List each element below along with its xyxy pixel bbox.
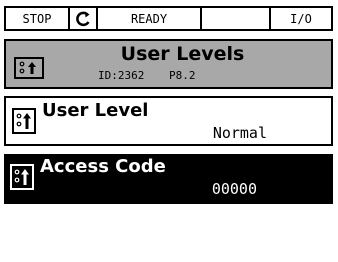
- id-label: ID:2362: [98, 69, 145, 82]
- page-title: User Levels: [120, 43, 245, 65]
- status-bar: STOP READY I/O: [4, 6, 333, 31]
- menu-header: User Levels ID:2362 P8.2: [4, 39, 333, 89]
- list-item-access-code[interactable]: Access Code 00000: [4, 154, 333, 204]
- parameter-icon: [10, 164, 34, 190]
- fault-status: [202, 8, 271, 29]
- rotation-icon: [70, 8, 98, 29]
- item-label: User Level: [42, 100, 149, 121]
- parameter-id: ID:2362 P8.2: [98, 69, 213, 82]
- run-status: STOP: [6, 8, 70, 29]
- item-label: Access Code: [40, 156, 166, 177]
- list-item-user-level[interactable]: User Level Normal: [4, 96, 333, 146]
- param-label: P8.2: [168, 69, 196, 82]
- parameter-icon: [12, 108, 36, 134]
- control-place: I/O: [290, 11, 312, 26]
- item-value: 00000: [211, 180, 257, 198]
- ready-status: READY: [98, 8, 202, 29]
- item-value: Normal: [212, 124, 267, 142]
